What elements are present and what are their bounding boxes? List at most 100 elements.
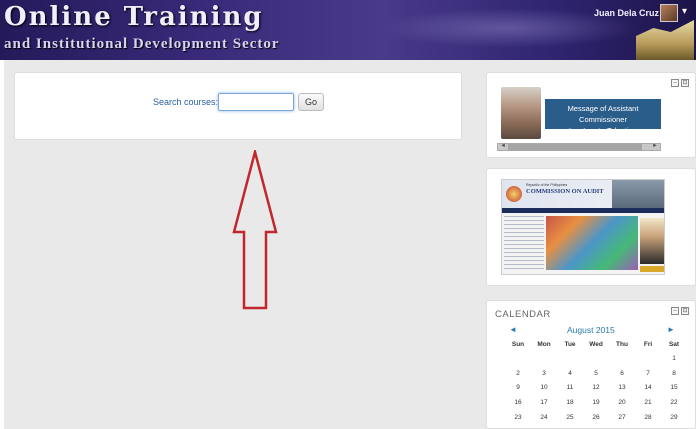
user-avatar[interactable]: [660, 4, 678, 22]
calendar-day: [635, 425, 661, 429]
calendar-day[interactable]: 2: [505, 366, 531, 381]
scrollbar-thumb[interactable]: [508, 144, 642, 150]
coa-news-text: [504, 216, 544, 270]
coa-title: COMMISSION ON AUDIT: [526, 188, 604, 195]
calendar-day[interactable]: 4: [557, 366, 583, 381]
dock-icon[interactable]: ⊡: [681, 79, 689, 87]
block-controls: – ⊡: [671, 79, 689, 87]
horizontal-scrollbar[interactable]: ◄ ►: [497, 143, 661, 151]
coa-official-label: [640, 266, 664, 272]
calendar-day[interactable]: 10: [531, 381, 557, 396]
calendar-day: [505, 351, 531, 366]
weekday-mon: Mon: [537, 340, 551, 348]
calendar-day: [583, 425, 609, 429]
calendar-collapse-icon[interactable]: –: [671, 307, 679, 315]
calendar-week: 2 3 4 5 6 7 8: [505, 366, 687, 381]
calendar-day[interactable]: 18: [557, 395, 583, 410]
calendar-day[interactable]: 1: [661, 351, 687, 366]
go-button[interactable]: Go: [298, 93, 324, 111]
calendar-day[interactable]: 27: [609, 410, 635, 425]
coa-seal-icon: [506, 186, 522, 202]
calendar-day[interactable]: 6: [609, 366, 635, 381]
site-subtitle: and Institutional Development Sector: [4, 36, 280, 52]
calendar-day: [661, 425, 687, 429]
scroll-left-icon[interactable]: ◄: [500, 143, 506, 149]
calendar-day[interactable]: 8: [661, 366, 687, 381]
collapse-icon[interactable]: –: [671, 79, 679, 87]
user-name-link[interactable]: Juan Dela Cruz: [594, 8, 659, 18]
calendar-day[interactable]: 5: [583, 366, 609, 381]
calendar-day[interactable]: 20: [609, 395, 635, 410]
coa-nav-bar: [502, 208, 664, 213]
calendar-week: 30 31: [505, 425, 687, 429]
calendar-day[interactable]: 7: [635, 366, 661, 381]
calendar-day[interactable]: 22: [661, 395, 687, 410]
calendar-grid: Sun Mon Tue Wed Thu Fri Sat 1 2 3 4 5 6 …: [505, 337, 687, 429]
calendar-day: [557, 351, 583, 366]
calendar-day[interactable]: 16: [505, 395, 531, 410]
calendar-day: [609, 351, 635, 366]
search-courses-label: Search courses:: [153, 97, 219, 107]
calendar-day: [583, 351, 609, 366]
caption-line-2: Luz Loreto-Tolentino: [569, 126, 637, 135]
calendar-day[interactable]: 21: [635, 395, 661, 410]
weekday-wed: Wed: [589, 340, 603, 348]
calendar-week: 23 24 25 26 27 28 29: [505, 410, 687, 425]
coa-republic-text: Republic of the Philippines: [526, 183, 568, 187]
site-title: Online Training: [4, 2, 264, 32]
calendar-week: 1: [505, 351, 687, 366]
calendar-dock-icon[interactable]: ⊡: [681, 307, 689, 315]
calendar-day[interactable]: 17: [531, 395, 557, 410]
calendar-block: CALENDAR – ⊡ ◄ August 2015 ► Sun Mon Tue…: [486, 300, 696, 429]
weekday-tue: Tue: [564, 340, 576, 348]
calendar-day[interactable]: 29: [661, 410, 687, 425]
calendar-day[interactable]: 15: [661, 381, 687, 396]
coa-official-photo: [640, 218, 664, 264]
message-block: – ⊡ Message of Assistant Commissioner Lu…: [486, 72, 696, 158]
coa-website-block: Republic of the Philippines COMMISSION O…: [486, 168, 696, 286]
weekday-sat: Sat: [668, 340, 680, 348]
scroll-right-icon[interactable]: ►: [652, 143, 658, 149]
calendar-day[interactable]: 23: [505, 410, 531, 425]
calendar-day[interactable]: 12: [583, 381, 609, 396]
calendar-day[interactable]: 13: [609, 381, 635, 396]
prev-month-icon[interactable]: ◄: [509, 325, 517, 334]
coa-feature-banner: [546, 216, 638, 270]
up-arrow-annotation: [232, 150, 278, 310]
calendar-day: [557, 425, 583, 429]
message-caption[interactable]: Message of Assistant Commissioner Luz Lo…: [545, 99, 661, 135]
commissioner-photo: [501, 87, 541, 139]
coa-building-image: [612, 180, 664, 208]
user-menu-icon[interactable]: ▾: [682, 6, 694, 18]
calendar-week: 16 17 18 19 20 21 22: [505, 395, 687, 410]
next-month-icon[interactable]: ►: [667, 325, 675, 334]
calendar-day: [635, 351, 661, 366]
calendar-day[interactable]: 31: [531, 425, 557, 429]
calendar-month: August 2015: [567, 325, 615, 335]
weekday-sun: Sun: [511, 340, 525, 348]
calendar-day[interactable]: 30: [505, 425, 531, 429]
weekday-thu: Thu: [616, 340, 628, 348]
calendar-day[interactable]: 14: [635, 381, 661, 396]
calendar-day[interactable]: 25: [557, 410, 583, 425]
calendar-weekday-row: Sun Mon Tue Wed Thu Fri Sat: [505, 337, 687, 351]
calendar-day[interactable]: 19: [583, 395, 609, 410]
calendar-day: [531, 351, 557, 366]
weekday-fri: Fri: [643, 340, 653, 348]
calendar-day[interactable]: 26: [583, 410, 609, 425]
calendar-block-controls: – ⊡: [671, 307, 689, 315]
caption-line-1: Message of Assistant Commissioner: [567, 104, 639, 124]
search-courses-input[interactable]: [218, 93, 294, 111]
calendar-title: CALENDAR: [495, 309, 551, 320]
calendar-day[interactable]: 24: [531, 410, 557, 425]
calendar-day[interactable]: 11: [557, 381, 583, 396]
calendar-day[interactable]: 9: [505, 381, 531, 396]
calendar-day[interactable]: 3: [531, 366, 557, 381]
coa-website-thumbnail[interactable]: Republic of the Philippines COMMISSION O…: [501, 179, 665, 275]
calendar-week: 9 10 11 12 13 14 15: [505, 381, 687, 396]
search-courses-block: Search courses: Go: [14, 72, 462, 140]
calendar-day: [609, 425, 635, 429]
calendar-day[interactable]: 28: [635, 410, 661, 425]
coa-header: Republic of the Philippines COMMISSION O…: [502, 180, 664, 208]
header-banner: Online Training and Institutional Develo…: [0, 0, 696, 60]
